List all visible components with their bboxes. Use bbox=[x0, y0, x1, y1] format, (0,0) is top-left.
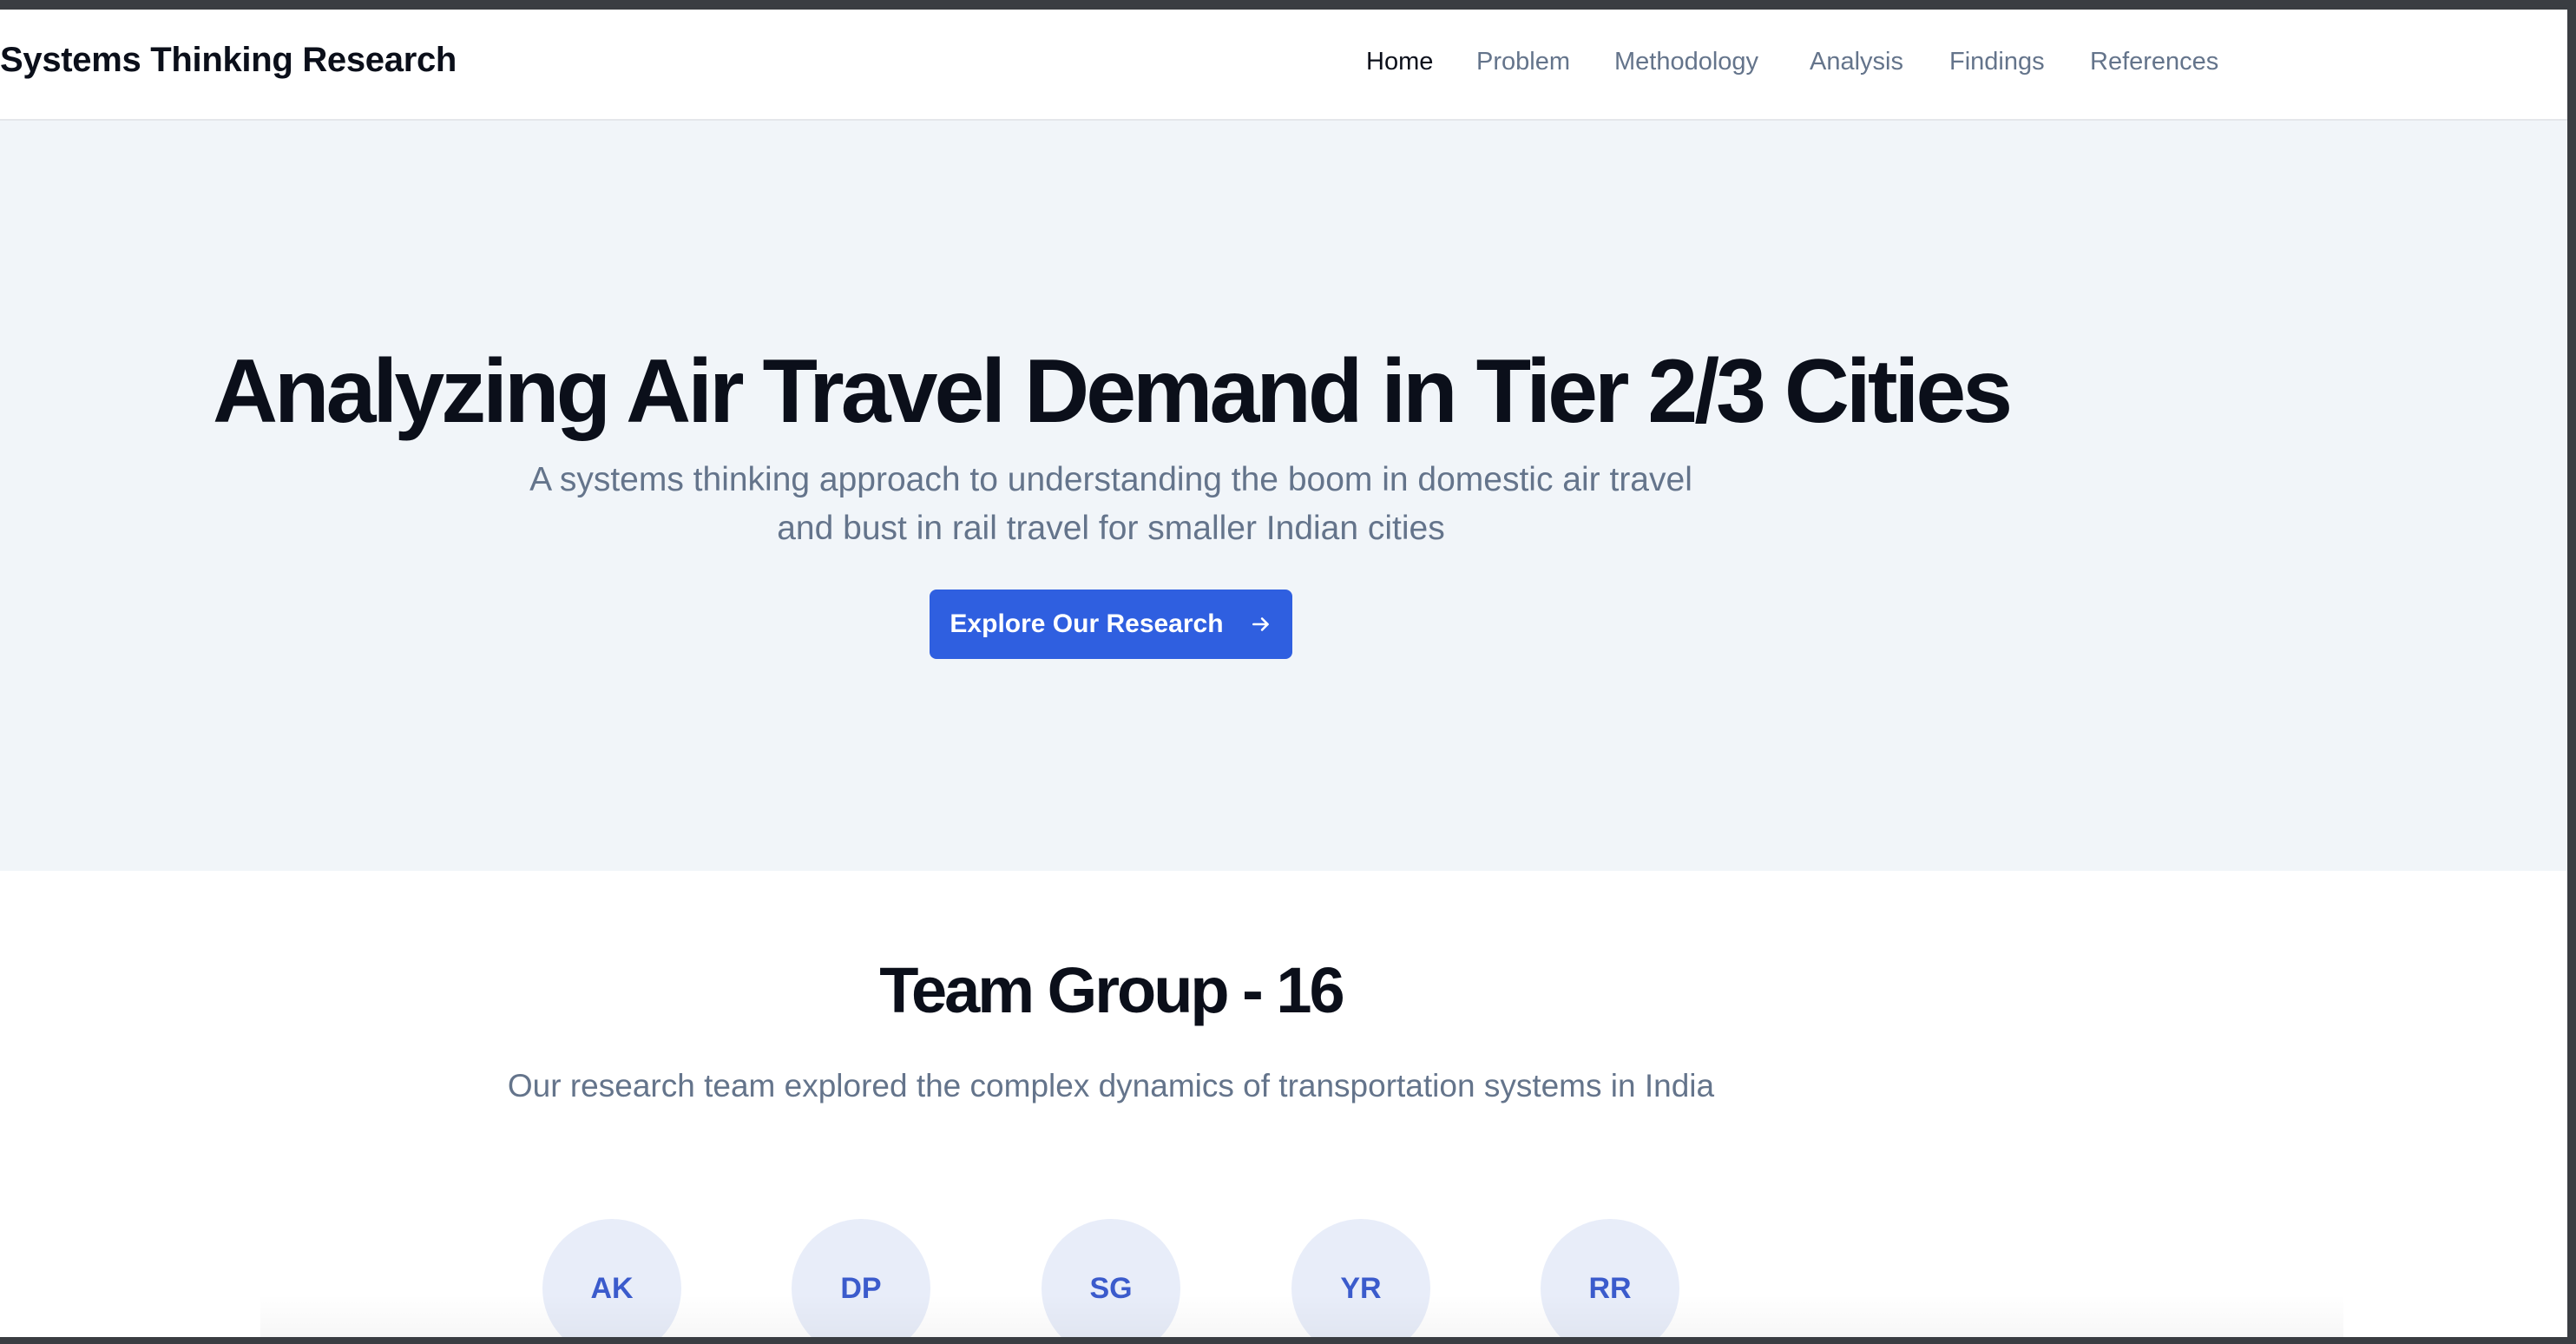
nav-references[interactable]: References bbox=[2090, 48, 2218, 76]
explore-research-button[interactable]: Explore Our Research bbox=[930, 590, 1292, 659]
nav-findings[interactable]: Findings bbox=[1949, 48, 2045, 76]
site-brand[interactable]: Systems Thinking Research bbox=[0, 41, 457, 80]
browser-viewport: Systems Thinking Research Home Problem M… bbox=[0, 10, 2567, 1337]
avatar: RR bbox=[1541, 1219, 1679, 1337]
team-title: Team Group - 16 bbox=[879, 954, 1344, 1026]
top-navbar: Systems Thinking Research Home Problem M… bbox=[0, 10, 2567, 121]
hero-title: Analyzing Air Travel Demand in Tier 2/3 … bbox=[212, 341, 2013, 442]
arrow-right-icon bbox=[1252, 617, 1269, 631]
avatar: SG bbox=[1042, 1219, 1180, 1337]
team-subtitle: Our research team explored the complex d… bbox=[507, 1068, 1715, 1104]
explore-research-label: Explore Our Research bbox=[950, 609, 1224, 638]
nav-home[interactable]: Home bbox=[1366, 48, 1433, 76]
nav-methodology[interactable]: Methodology bbox=[1614, 48, 1758, 76]
nav-analysis[interactable]: Analysis bbox=[1810, 48, 1903, 76]
avatar: YR bbox=[1291, 1219, 1430, 1337]
avatar: AK bbox=[542, 1219, 681, 1337]
hero-subtitle: A systems thinking approach to understan… bbox=[529, 461, 1692, 547]
avatar: DP bbox=[792, 1219, 930, 1337]
nav-problem[interactable]: Problem bbox=[1476, 48, 1570, 76]
hero-section: Analyzing Air Travel Demand in Tier 2/3 … bbox=[0, 121, 2567, 871]
